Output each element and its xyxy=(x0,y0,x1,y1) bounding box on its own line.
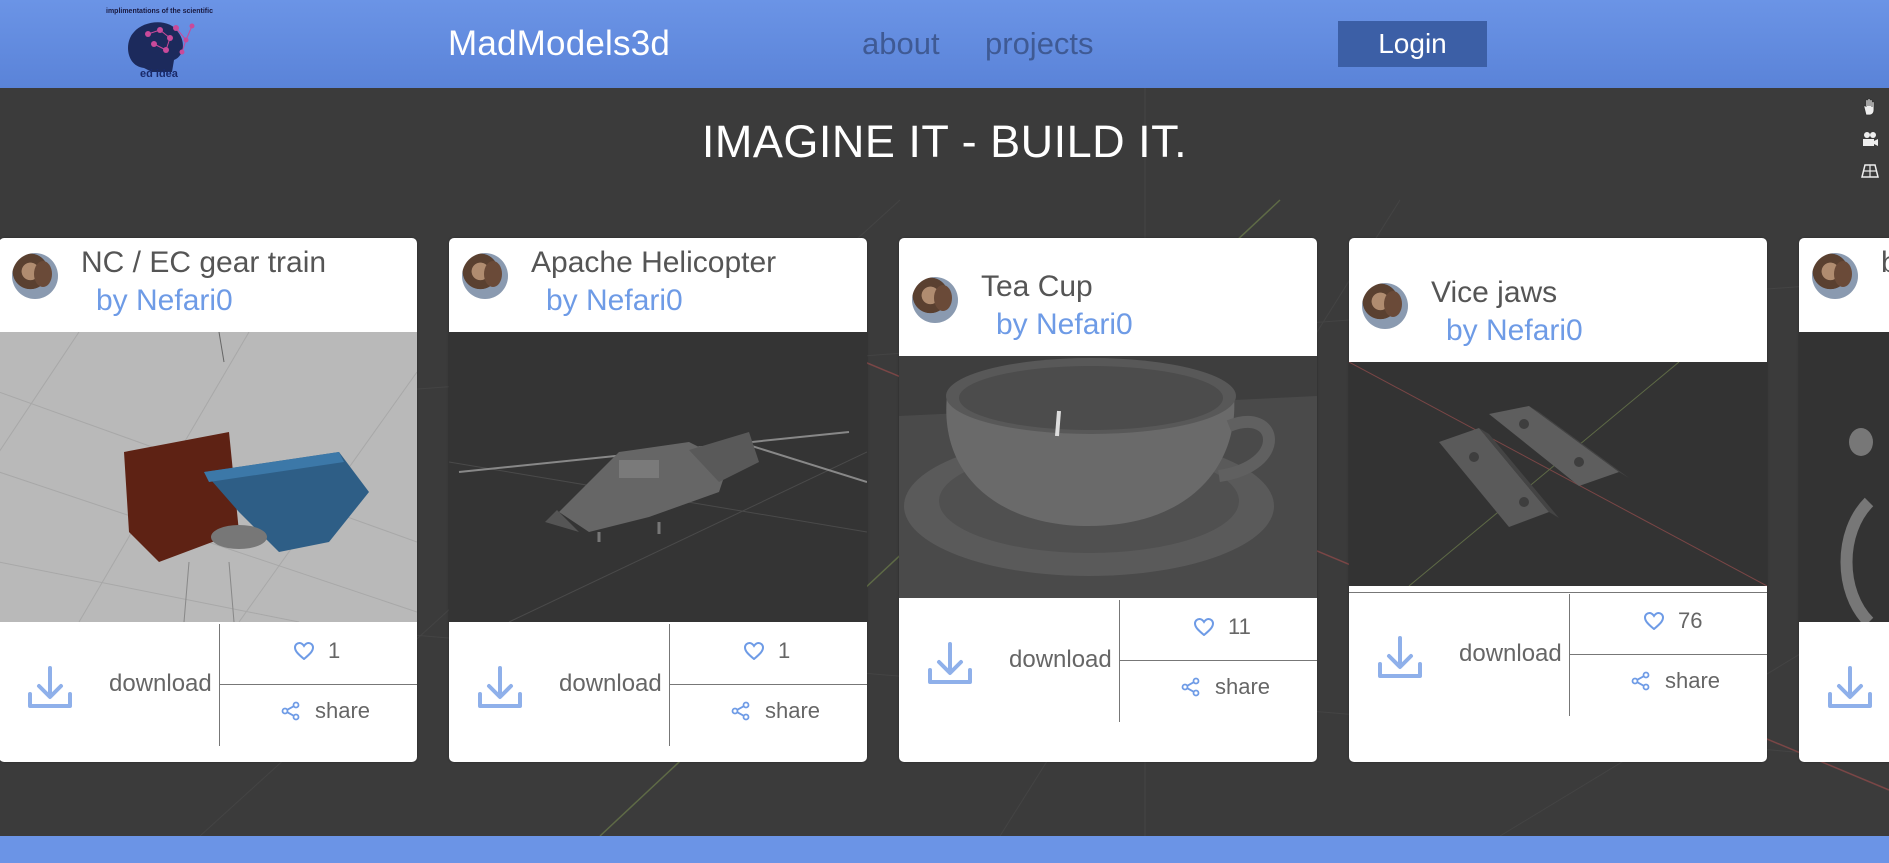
share-label: share xyxy=(765,698,821,723)
download-button[interactable]: download xyxy=(1009,646,1112,674)
avatar[interactable] xyxy=(912,277,958,323)
like-button[interactable]: 1 xyxy=(294,638,340,664)
card-footer: download 11 share xyxy=(899,598,1317,762)
hand-icon[interactable] xyxy=(1857,94,1883,120)
share-icon xyxy=(731,701,750,721)
card-preview-image[interactable] xyxy=(899,356,1317,598)
avatar[interactable] xyxy=(1362,283,1408,329)
card-author-link[interactable]: by Nefari0 xyxy=(546,284,683,318)
share-button[interactable]: share xyxy=(1181,674,1270,700)
card-footer: download 1 share xyxy=(0,622,417,762)
download-icon[interactable] xyxy=(925,638,975,688)
logo-caption: implimentations of the scientific xyxy=(106,8,213,15)
card-preview-image[interactable] xyxy=(1349,362,1767,586)
card-author-link[interactable]: by Nefari0 xyxy=(996,308,1133,342)
download-button[interactable]: download xyxy=(1459,640,1562,668)
download-icon[interactable] xyxy=(475,662,525,712)
share-icon xyxy=(281,701,300,721)
divider xyxy=(1119,660,1317,661)
like-count: 11 xyxy=(1228,614,1251,639)
divider xyxy=(219,624,220,746)
grid-icon[interactable] xyxy=(1857,158,1883,184)
share-button[interactable]: share xyxy=(731,698,820,724)
divider xyxy=(219,684,417,685)
login-button[interactable]: Login xyxy=(1338,21,1487,67)
like-count: 1 xyxy=(778,638,791,663)
like-button[interactable]: 1 xyxy=(744,638,790,664)
footer-bar xyxy=(0,836,1889,863)
divider xyxy=(669,684,867,685)
project-card[interactable]: b xyxy=(1799,238,1889,762)
card-footer: download 76 share xyxy=(1349,592,1767,762)
card-title[interactable]: Tea Cup xyxy=(981,270,1093,304)
top-navbar: implimentations of the scientific ed ide… xyxy=(0,0,1889,88)
divider xyxy=(669,624,670,746)
share-label: share xyxy=(315,698,371,723)
brand-title[interactable]: MadModels3d xyxy=(448,24,670,64)
divider xyxy=(1569,654,1767,655)
download-icon[interactable] xyxy=(1825,662,1875,712)
card-title[interactable]: Vice jaws xyxy=(1431,276,1557,310)
card-title[interactable]: b xyxy=(1881,246,1889,280)
avatar[interactable] xyxy=(1812,253,1858,299)
card-author-link[interactable]: by Nefari0 xyxy=(1446,314,1583,348)
hero-tagline: IMAGINE IT - BUILD IT. xyxy=(701,116,1188,167)
divider xyxy=(1569,594,1570,716)
card-preview-image[interactable] xyxy=(0,332,417,622)
avatar[interactable] xyxy=(462,253,508,299)
like-button[interactable]: 11 xyxy=(1194,614,1251,640)
like-count: 1 xyxy=(328,638,341,663)
share-button[interactable]: share xyxy=(1631,668,1720,694)
card-footer xyxy=(1799,622,1889,762)
like-count: 76 xyxy=(1678,608,1703,633)
card-preview-image[interactable] xyxy=(449,332,867,622)
heart-icon xyxy=(744,642,764,660)
heart-icon xyxy=(1644,612,1664,630)
like-button[interactable]: 76 xyxy=(1644,608,1702,634)
project-card[interactable]: Apache Helicopter by Nefari0 download 1 xyxy=(449,238,867,762)
download-icon[interactable] xyxy=(25,662,75,712)
download-icon[interactable] xyxy=(1375,632,1425,682)
download-button[interactable]: download xyxy=(559,670,662,698)
project-card[interactable]: Vice jaws by Nefari0 download 76 share xyxy=(1349,238,1767,762)
camera-icon[interactable] xyxy=(1857,126,1883,152)
card-title[interactable]: Apache Helicopter xyxy=(531,246,776,280)
heart-icon xyxy=(294,642,314,660)
project-card[interactable]: Tea Cup by Nefari0 download 11 share xyxy=(899,238,1317,762)
card-footer: download 1 share xyxy=(449,622,867,762)
avatar[interactable] xyxy=(12,253,58,299)
share-label: share xyxy=(1665,668,1721,693)
card-author-link[interactable]: by Nefari0 xyxy=(96,284,233,318)
heart-icon xyxy=(1194,618,1214,636)
divider xyxy=(1349,592,1767,593)
nav-about-link[interactable]: about xyxy=(862,26,940,62)
share-label: share xyxy=(1215,674,1271,699)
share-icon xyxy=(1181,677,1200,697)
card-preview-image[interactable] xyxy=(1799,332,1889,622)
brand-logo[interactable]: implimentations of the scientific ed ide… xyxy=(104,6,242,82)
share-icon xyxy=(1631,671,1650,691)
divider xyxy=(1119,600,1120,722)
logo-subtext: ed idea xyxy=(140,68,178,80)
download-button[interactable]: download xyxy=(109,670,212,698)
card-title[interactable]: NC / EC gear train xyxy=(81,246,326,280)
nav-projects-link[interactable]: projects xyxy=(985,26,1094,62)
share-button[interactable]: share xyxy=(281,698,370,724)
project-card[interactable]: NC / EC gear train by Nefari0 download 1… xyxy=(0,238,417,762)
